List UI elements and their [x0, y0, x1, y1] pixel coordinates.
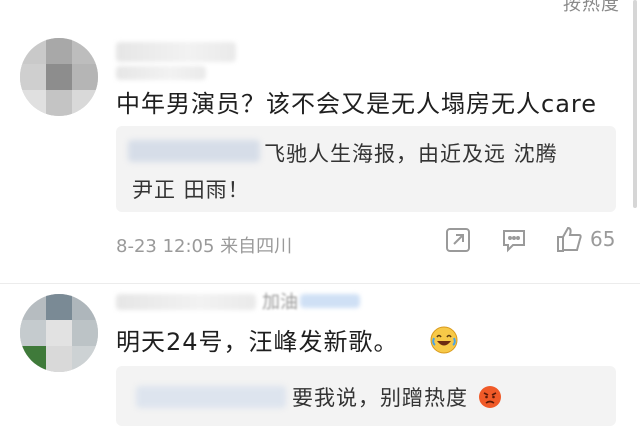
- avatar[interactable]: [20, 294, 98, 372]
- scrollbar[interactable]: [633, 0, 637, 208]
- author-subline-blurred: [116, 66, 206, 80]
- reply-line-1: 要我说，别蹭热度: [292, 382, 502, 414]
- sort-label: 按热度: [563, 0, 620, 15]
- reply-author-blurred: [128, 140, 260, 162]
- avatar-image: [20, 294, 98, 372]
- comment-text-content: 明天24号，汪峰发新歌。: [116, 328, 399, 356]
- comment-meta: 8-23 12:05 来自四川: [116, 236, 293, 257]
- avatar-image: [20, 38, 98, 116]
- avatar[interactable]: [20, 38, 98, 116]
- sort-selector[interactable]: 按热度: [563, 0, 620, 16]
- like-count: 65: [590, 227, 616, 251]
- like-button[interactable]: 65: [554, 224, 615, 254]
- author-name-blurred[interactable]: [116, 42, 236, 62]
- reply-author-blurred: [136, 386, 286, 408]
- share-icon[interactable]: [444, 226, 472, 259]
- reply-preview[interactable]: 飞驰人生海报，由近及远 沈腾 尹正 田雨！: [116, 126, 616, 212]
- comment-icon[interactable]: [500, 226, 528, 259]
- divider: [0, 283, 640, 284]
- reply-line-1: 飞驰人生海报，由近及远 沈腾: [264, 142, 558, 166]
- comment-text: 明天24号，汪峰发新歌。: [116, 322, 459, 361]
- reply-line-2: 尹正 田雨！: [132, 178, 250, 202]
- author-label: 加油: [262, 292, 298, 313]
- laughing-tears-emoji: [429, 325, 459, 361]
- author-name-blurred[interactable]: [116, 294, 256, 310]
- author-badge-blurred: [300, 294, 360, 308]
- reply-text: 要我说，别蹭热度: [292, 386, 468, 410]
- like-icon: [557, 226, 582, 252]
- reply-preview[interactable]: 要我说，别蹭热度: [116, 366, 616, 426]
- angry-face-emoji: [478, 385, 502, 414]
- comment-text: 中年男演员？该不会又是无人塌房无人care: [116, 90, 598, 118]
